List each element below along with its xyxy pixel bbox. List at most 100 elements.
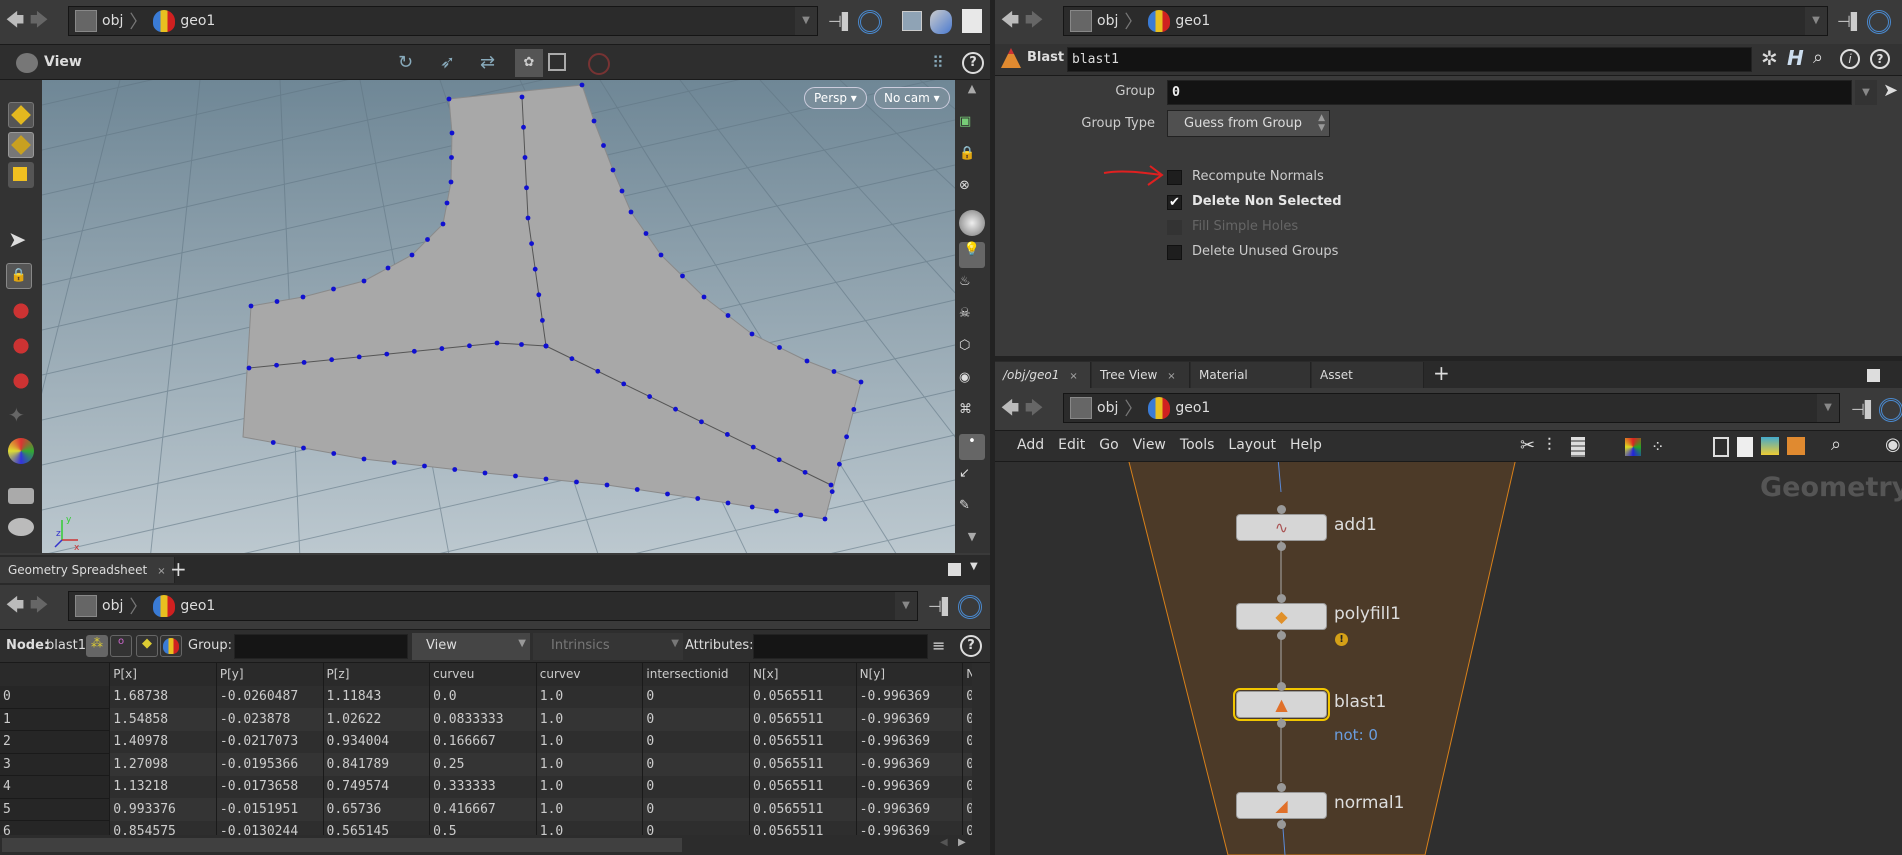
output-connector[interactable] xyxy=(1277,820,1286,829)
view-mode-icon[interactable] xyxy=(8,162,34,188)
layout-icon[interactable]: ⠿ xyxy=(932,53,944,72)
ghost-icon[interactable]: ▣ xyxy=(959,114,985,140)
select-tool-icon[interactable]: ➤ xyxy=(8,228,34,254)
link-icon[interactable] xyxy=(1867,10,1891,34)
crumb-geo1[interactable]: geo1 xyxy=(1148,397,1210,419)
path-dropdown-icon[interactable]: ▼ xyxy=(895,592,917,620)
input-connector[interactable] xyxy=(1277,594,1286,603)
primitives-mode-icon[interactable]: ◆ xyxy=(136,635,158,657)
visibility-icon[interactable]: ◉ xyxy=(959,370,985,396)
column-header[interactable]: curveu xyxy=(429,663,537,686)
scroll-left-icon[interactable]: ◀ xyxy=(940,837,948,848)
column-header[interactable]: intersectionid xyxy=(642,663,751,686)
crumb-geo1[interactable]: geo1 xyxy=(1148,10,1210,32)
tab-tree-view[interactable]: Tree View × xyxy=(1092,362,1190,388)
asset-box-icon[interactable] xyxy=(1787,437,1805,455)
texture-icon[interactable]: ⬡ xyxy=(959,338,985,364)
vertical-scrollbar[interactable] xyxy=(972,663,990,835)
group-type-select[interactable]: Guess from Group ▲ ▼ xyxy=(1167,110,1330,137)
maximize-icon[interactable] xyxy=(1867,369,1880,382)
add-tab-button[interactable]: + xyxy=(1433,361,1450,385)
normal-display-icon[interactable]: ↙ xyxy=(959,466,985,492)
crumb-obj[interactable]: obj xyxy=(1070,10,1118,32)
translate-icon[interactable] xyxy=(8,298,34,324)
persp-button[interactable]: Persp ▾ xyxy=(804,87,867,109)
houdini-help-icon[interactable]: H xyxy=(1787,46,1804,70)
attributes-input[interactable] xyxy=(753,634,928,659)
group-field[interactable] xyxy=(1167,80,1852,105)
crumb-obj[interactable]: obj xyxy=(75,10,123,32)
menu-add[interactable]: Add xyxy=(1017,437,1044,453)
path-field[interactable]: obj 〉 geo1 ▼ xyxy=(68,591,918,621)
table-row[interactable]: 6 0.854575 -0.0130244 0.565145 0.5 1.0 0 0.0565… xyxy=(0,820,972,835)
tab-geometry-spreadsheet[interactable]: Geometry Spreadsheet × xyxy=(0,557,175,583)
node-blast1[interactable]: ▲ xyxy=(1233,688,1330,721)
input-connector[interactable] xyxy=(1277,505,1286,514)
crumb-geo1[interactable]: geo1 xyxy=(153,595,215,617)
scrollbar-thumb[interactable] xyxy=(2,838,682,852)
camera-move-icon[interactable]: ⇄ xyxy=(480,52,495,73)
close-tab-icon[interactable]: × xyxy=(1167,371,1175,382)
input-connector[interactable] xyxy=(1277,783,1286,792)
output-connector[interactable] xyxy=(1277,631,1286,640)
shading-icon[interactable] xyxy=(959,210,985,236)
group-dropdown-icon[interactable]: ▼ xyxy=(1855,80,1877,105)
input-connector[interactable] xyxy=(1277,682,1286,691)
node-name-input[interactable] xyxy=(1067,47,1752,72)
forward-icon[interactable]: 🡆 xyxy=(28,595,50,617)
help-icon[interactable]: ? xyxy=(960,635,982,657)
path-field[interactable]: obj 〉 geo1 ▼ xyxy=(1063,6,1828,36)
path-dropdown-icon[interactable]: ▼ xyxy=(1817,394,1839,422)
shadow-icon[interactable]: ☠ xyxy=(959,306,985,332)
forward-icon[interactable]: 🡆 xyxy=(1023,398,1045,420)
lock-camera-icon[interactable]: 🔒 xyxy=(959,146,985,172)
path-field[interactable]: obj 〉 geo1 ▼ xyxy=(1063,393,1840,423)
view-select[interactable]: View ▼ xyxy=(412,633,530,660)
camera-icon[interactable] xyxy=(16,53,38,73)
node-polyfill1[interactable]: ◆ xyxy=(1236,603,1327,630)
pane-menu-icon[interactable]: ▼ xyxy=(970,561,978,572)
node-normal1[interactable]: ◢ xyxy=(1236,792,1327,819)
intrinsics-select[interactable]: Intrinsics ▼ xyxy=(533,633,683,660)
point-display-icon[interactable]: • xyxy=(959,434,985,460)
menu-layout[interactable]: Layout xyxy=(1228,437,1276,453)
network-box-icon[interactable] xyxy=(1713,437,1729,457)
tumble-icon[interactable]: ↻ xyxy=(398,52,413,73)
eye-icon[interactable]: ◉ xyxy=(1885,434,1901,455)
back-icon[interactable]: 🡄 xyxy=(4,10,26,32)
pin-icon[interactable]: ⊣▌ xyxy=(1837,12,1863,31)
help-icon[interactable]: ? xyxy=(1870,49,1890,69)
search-icon[interactable]: ⌕ xyxy=(1831,434,1841,455)
column-header[interactable]: curvev xyxy=(536,663,644,686)
column-options-icon[interactable]: ≡ xyxy=(932,636,945,655)
frame-icon[interactable] xyxy=(548,53,566,71)
vertices-mode-icon[interactable]: o xyxy=(110,635,132,657)
crumb-geo1[interactable]: geo1 xyxy=(153,10,215,32)
table-row[interactable]: 5 0.993376 -0.0151951 0.65736 0.416667 1.0 0 0.… xyxy=(0,798,972,821)
pin-icon[interactable]: ⊣▌ xyxy=(828,12,854,31)
sticky-note-icon[interactable] xyxy=(1737,437,1753,457)
menu-go[interactable]: Go xyxy=(1099,437,1118,453)
gear-icon[interactable]: ✲ xyxy=(1761,46,1778,70)
sculpt-icon[interactable] xyxy=(8,518,34,536)
snap-icon[interactable]: ✿ xyxy=(515,49,543,77)
maximize-icon[interactable] xyxy=(948,563,961,576)
column-header[interactable]: N[x] xyxy=(749,663,857,686)
tab-obj-geo1[interactable]: /obj/geo1 × xyxy=(995,362,1091,388)
table-row[interactable]: 3 1.27098 -0.0195366 0.841789 0.25 1.0 0 0.0565… xyxy=(0,753,972,776)
pose-icon[interactable]: ✦ xyxy=(8,403,34,429)
search-icon[interactable]: ⌕ xyxy=(1813,47,1823,68)
tab-material-palette[interactable]: Material Palette× xyxy=(1191,362,1311,408)
column-header[interactable]: N[y] xyxy=(856,663,964,686)
color-palette-icon[interactable] xyxy=(1625,438,1641,456)
menu-tools[interactable]: Tools xyxy=(1180,437,1215,453)
camera-display-icon[interactable]: ⌘ xyxy=(959,402,985,428)
output-connector[interactable] xyxy=(1277,542,1286,551)
crumb-obj[interactable]: obj xyxy=(75,595,123,617)
disabled-icon[interactable] xyxy=(588,53,610,75)
table-row[interactable]: 0 1.68738 -0.0260487 1.11843 0.0 1.0 0 0.056551… xyxy=(0,685,972,709)
warning-icon[interactable]: ! xyxy=(1335,633,1348,646)
tab-asset-browser[interactable]: Asset Browser× xyxy=(1312,362,1424,408)
table-row[interactable]: 4 1.13218 -0.0173658 0.749574 0.333333 1.0 0 0.… xyxy=(0,775,972,799)
scroll-up-icon[interactable]: ▲ xyxy=(959,82,985,108)
